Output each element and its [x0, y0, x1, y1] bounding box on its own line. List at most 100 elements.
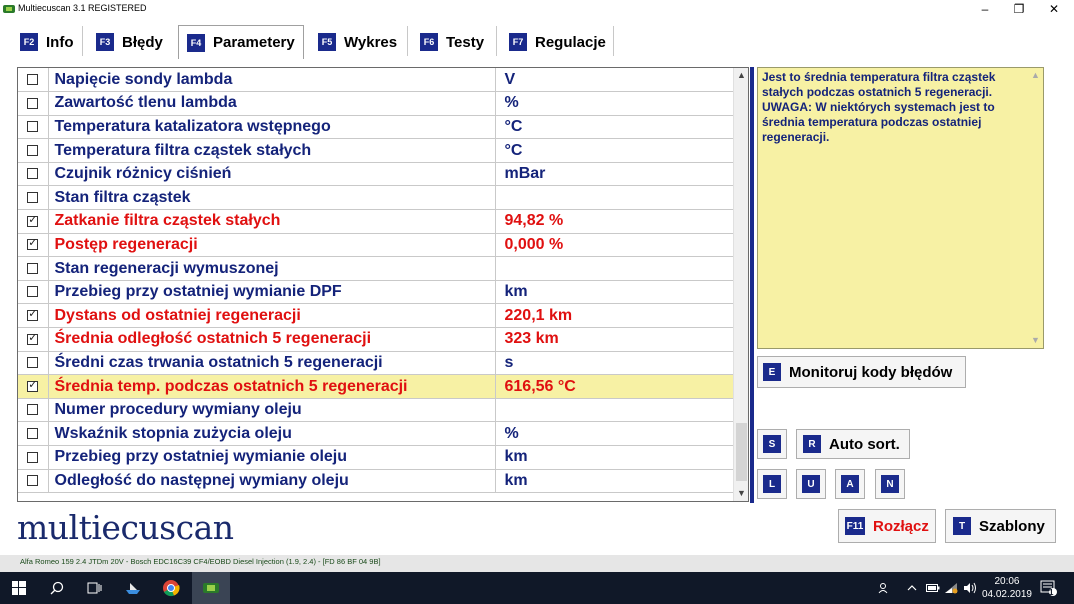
key-badge: E: [763, 363, 781, 381]
tab-label: Info: [46, 33, 74, 51]
parameter-checkbox[interactable]: [27, 286, 39, 298]
u-button[interactable]: U: [796, 469, 826, 499]
parameter-checkbox[interactable]: [27, 73, 39, 85]
scroll-down-icon[interactable]: ▼: [734, 486, 749, 501]
parameter-checkbox[interactable]: [27, 451, 39, 463]
s-button[interactable]: S: [757, 429, 787, 459]
scroll-up-icon[interactable]: ▲: [1028, 68, 1043, 83]
parameter-name: Temperatura filtra cząstek stałych: [48, 138, 496, 163]
parameter-name: Czujnik różnicy ciśnień: [48, 162, 496, 187]
tab-info[interactable]: F2 Info: [20, 26, 74, 58]
parameter-row[interactable]: Odległość do następnej wymiany oleju km: [18, 469, 734, 494]
parameter-checkbox[interactable]: [27, 404, 39, 416]
scroll-down-icon[interactable]: ▼: [1028, 333, 1043, 348]
parameter-checkbox[interactable]: [27, 144, 39, 156]
network-icon[interactable]: [944, 572, 958, 604]
parameter-checkbox[interactable]: ✓: [27, 237, 39, 251]
disconnect-button[interactable]: F11 Rozłącz: [838, 509, 936, 543]
parameter-checkbox[interactable]: [27, 427, 39, 439]
taskbar-clock[interactable]: 20:06 04.02.2019: [982, 575, 1032, 601]
parameter-name: Przebieg przy ostatniej wymianie DPF: [48, 280, 496, 305]
status-bar: Alfa Romeo 159 2.4 JTDm 20V - Bosch EDC1…: [0, 555, 1074, 572]
parameter-checkbox[interactable]: [27, 168, 39, 180]
action-center-icon[interactable]: 1: [1040, 572, 1058, 604]
search-icon[interactable]: [38, 572, 76, 604]
people-icon[interactable]: [878, 572, 892, 604]
monitor-error-codes-button[interactable]: E Monitoruj kody błędów: [757, 356, 966, 388]
parameter-checkbox-cell: [18, 445, 49, 470]
maximize-button[interactable]: ❐: [1001, 0, 1037, 18]
parameter-row[interactable]: Średni czas trwania ostatnich 5 regenera…: [18, 351, 734, 376]
parameter-row[interactable]: ✓ Średnia temp. podczas ostatnich 5 regen…: [18, 374, 734, 399]
task-view-icon[interactable]: [76, 572, 114, 604]
parameter-checkbox-cell: [18, 185, 49, 211]
parameter-value: [495, 398, 734, 423]
parameter-checkbox[interactable]: ✓: [27, 214, 39, 227]
parameter-row[interactable]: Stan regeneracji wymuszonej: [18, 256, 734, 281]
n-button[interactable]: N: [875, 469, 905, 499]
parameter-row[interactable]: Przebieg przy ostatniej wymianie oleju km: [18, 445, 734, 470]
tab-regulacje[interactable]: F7 Regulacje: [509, 26, 606, 58]
parameter-row[interactable]: ✓ Postęp regeneracji 0,000 %: [18, 233, 734, 258]
checkmark-icon: ✓: [28, 237, 38, 250]
parameter-row[interactable]: Temperatura katalizatora wstępnego °C: [18, 115, 734, 140]
parameter-row[interactable]: ✓ Średnia odległość ostatnich 5 regenerac…: [18, 327, 734, 352]
battery-icon[interactable]: [926, 572, 940, 604]
chrome-icon[interactable]: [152, 572, 190, 604]
parameter-value: km: [495, 445, 734, 470]
parameter-value: 94,82 %: [495, 209, 734, 234]
tab-testy[interactable]: F6 Testy: [420, 26, 485, 58]
parameter-row[interactable]: ✓ Zatkanie filtra cząstek stałych 94,82 %: [18, 209, 734, 234]
tab-separator: [82, 26, 83, 56]
description-scrollbar[interactable]: ▲ ▼: [1028, 68, 1043, 348]
parameter-checkbox[interactable]: [27, 192, 39, 204]
parameter-row[interactable]: Przebieg przy ostatniej wymianie DPF km: [18, 280, 734, 305]
tab-parametery[interactable]: F4 Parametery: [178, 25, 304, 59]
parameter-value: °C: [495, 138, 734, 163]
windows-start-icon[interactable]: [0, 572, 38, 604]
parameter-row[interactable]: Wskaźnik stopnia zużycia oleju%: [18, 421, 734, 446]
parameter-checkbox[interactable]: [27, 97, 39, 109]
parameter-checkbox-cell: [18, 421, 49, 446]
multiecuscan-icon[interactable]: [192, 572, 230, 604]
parameter-scrollbar[interactable]: ▲ ▼: [733, 68, 748, 501]
parameter-row[interactable]: Czujnik różnicy ciśnień mBar: [18, 162, 734, 187]
ship-icon[interactable]: [114, 572, 152, 604]
window-title: Multiecuscan 3.1 REGISTERED: [18, 3, 147, 13]
panel-divider[interactable]: [750, 67, 754, 503]
parameter-checkbox[interactable]: ✓: [27, 308, 39, 321]
scroll-thumb[interactable]: [736, 423, 747, 481]
close-button[interactable]: ✕: [1036, 0, 1072, 18]
tab-wykres[interactable]: F5 Wykres: [318, 26, 398, 58]
parameter-name: Napięcie sondy lambda: [48, 68, 496, 93]
parameter-checkbox[interactable]: ✓: [27, 379, 39, 392]
l-button[interactable]: L: [757, 469, 787, 499]
tab-separator: [496, 26, 497, 56]
parameter-checkbox-cell: ✓: [18, 327, 49, 352]
parameter-row[interactable]: Stan filtra cząstek: [18, 185, 734, 211]
parameter-checkbox-cell: ✓: [18, 233, 49, 258]
volume-icon[interactable]: [963, 572, 977, 604]
minimize-button[interactable]: –: [967, 0, 1003, 18]
parameter-row[interactable]: Zawartość tlenu lambda%: [18, 91, 734, 116]
key-badge: S: [763, 435, 781, 453]
tab-bledy[interactable]: F3 Błędy: [96, 26, 163, 58]
templates-button[interactable]: T Szablony: [945, 509, 1056, 543]
parameter-checkbox[interactable]: ✓: [27, 332, 39, 345]
scroll-up-icon[interactable]: ▲: [734, 68, 749, 83]
auto-sort-button[interactable]: R Auto sort.: [796, 429, 910, 459]
a-button[interactable]: A: [835, 469, 865, 499]
multiecuscan-logo: multiecuscan: [17, 508, 234, 547]
parameter-row[interactable]: Numer procedury wymiany oleju: [18, 398, 734, 423]
tab-separator: [407, 26, 408, 56]
parameter-checkbox[interactable]: [27, 262, 39, 274]
parameter-row[interactable]: Napięcie sondy lambda V: [18, 68, 734, 93]
tab-label: Błędy: [122, 33, 163, 51]
parameter-value: 220,1 km: [495, 303, 734, 329]
parameter-checkbox[interactable]: [27, 121, 39, 133]
show-hidden-icons-icon[interactable]: [907, 572, 917, 604]
parameter-checkbox[interactable]: [27, 475, 39, 487]
parameter-checkbox[interactable]: [27, 357, 39, 369]
parameter-row[interactable]: Temperatura filtra cząstek stałych °C: [18, 138, 734, 163]
parameter-row[interactable]: ✓ Dystans od ostatniej regeneracji 220,1 k…: [18, 303, 734, 329]
